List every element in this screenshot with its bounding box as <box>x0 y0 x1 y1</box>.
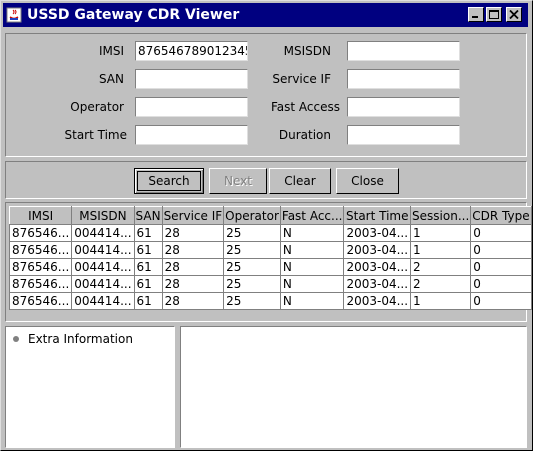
table-cell: 61 <box>133 275 163 293</box>
detail-pane[interactable] <box>180 326 527 448</box>
column-header[interactable]: Start Time <box>343 206 412 225</box>
table-row[interactable]: 876546... 004414... 61 28 25 N 2003-04..… <box>8 292 532 310</box>
minimize-button[interactable] <box>468 7 484 22</box>
table-row[interactable]: 876546... 004414... 61 28 25 N 2003-04..… <box>8 241 532 259</box>
table-cell: 0 <box>470 292 532 310</box>
table-cell: 25 <box>223 275 281 293</box>
table-cell: 61 <box>133 258 163 276</box>
results-table: IMSI MSISDN SAN Service IF Operator Fast… <box>8 206 532 310</box>
split-pane: Extra Information <box>5 326 527 448</box>
table-cell: 004414... <box>71 224 135 242</box>
table-cell: 28 <box>161 241 225 259</box>
table-cell: 2003-04... <box>343 224 412 242</box>
operator-field[interactable] <box>135 97 248 117</box>
maximize-button[interactable] <box>486 7 502 22</box>
extra-info-tree[interactable]: Extra Information <box>5 326 175 448</box>
column-header[interactable]: Session... <box>410 206 472 225</box>
tree-node-extra-information[interactable]: Extra Information <box>28 332 133 346</box>
duration-field[interactable] <box>347 125 460 145</box>
fast-access-field[interactable] <box>347 97 460 117</box>
table-cell: 25 <box>223 224 281 242</box>
operator-label: Operator <box>70 100 124 114</box>
start-time-label: Start Time <box>64 128 128 142</box>
results-table-pane[interactable]: IMSI MSISDN SAN Service IF Operator Fast… <box>5 202 532 322</box>
table-row[interactable]: 876546... 004414... 61 28 25 N 2003-04..… <box>8 224 532 242</box>
search-button[interactable]: Search <box>134 168 204 194</box>
close-button[interactable]: Close <box>336 168 399 194</box>
table-cell: 0 <box>470 258 532 276</box>
table-cell: N <box>279 241 345 259</box>
table-cell: 1 <box>410 292 472 310</box>
table-cell: N <box>279 224 345 242</box>
msisdn-field[interactable] <box>347 41 460 61</box>
table-cell: N <box>279 292 345 310</box>
table-cell: 876546... <box>8 275 73 293</box>
table-cell: 004414... <box>71 258 135 276</box>
table-cell: 1 <box>410 224 472 242</box>
table-cell: 0 <box>470 241 532 259</box>
msisdn-label: MSISDN <box>283 44 331 58</box>
imsi-label: IMSI <box>98 44 124 58</box>
table-cell: 61 <box>133 224 163 242</box>
table-cell: 876546... <box>8 224 73 242</box>
table-cell: 0 <box>470 224 532 242</box>
close-icon <box>509 10 519 19</box>
column-header[interactable]: Fast Acc... <box>279 206 345 225</box>
clear-button[interactable]: Clear <box>269 168 331 194</box>
table-cell: 0 <box>470 275 532 293</box>
table-cell: 61 <box>133 241 163 259</box>
service-if-field[interactable] <box>347 69 460 89</box>
table-cell: 004414... <box>71 241 135 259</box>
table-cell: 28 <box>161 275 225 293</box>
minimize-icon <box>472 16 478 18</box>
table-cell: N <box>279 258 345 276</box>
java-app-icon <box>6 7 22 23</box>
san-label: SAN <box>98 72 124 86</box>
table-row[interactable]: 876546... 004414... 61 28 25 N 2003-04..… <box>8 258 532 276</box>
table-cell: 004414... <box>71 275 135 293</box>
column-header[interactable]: Service IF <box>161 206 225 225</box>
maximize-icon <box>489 10 499 19</box>
column-header[interactable]: IMSI <box>8 206 73 225</box>
table-cell: 25 <box>223 292 281 310</box>
service-if-label: Service IF <box>272 72 331 86</box>
tree-node-bullet-icon <box>13 336 19 342</box>
next-button[interactable]: Next <box>209 168 267 194</box>
title-bar[interactable]: USSD Gateway CDR Viewer <box>3 3 528 27</box>
start-time-field[interactable] <box>135 125 248 145</box>
column-header[interactable]: Operator <box>223 206 281 225</box>
fast-access-label: Fast Access <box>270 100 340 114</box>
table-cell: 2003-04... <box>343 241 412 259</box>
table-cell: 28 <box>161 292 225 310</box>
table-cell: 28 <box>161 224 225 242</box>
table-cell: 2 <box>410 258 472 276</box>
table-header-row: IMSI MSISDN SAN Service IF Operator Fast… <box>8 206 532 225</box>
table-cell: 28 <box>161 258 225 276</box>
app-window: USSD Gateway CDR Viewer IMSI 87654678901… <box>0 0 533 451</box>
duration-label: Duration <box>278 128 331 142</box>
table-cell: 25 <box>223 258 281 276</box>
column-header[interactable]: CDR Type <box>470 206 532 225</box>
table-cell: N <box>279 275 345 293</box>
table-cell: 61 <box>133 292 163 310</box>
table-cell: 004414... <box>71 292 135 310</box>
window-title: USSD Gateway CDR Viewer <box>27 7 240 23</box>
table-cell: 876546... <box>8 258 73 276</box>
column-header[interactable]: SAN <box>133 206 163 225</box>
table-row[interactable]: 876546... 004414... 61 28 25 N 2003-04..… <box>8 275 532 293</box>
table-cell: 1 <box>410 241 472 259</box>
column-header[interactable]: MSISDN <box>71 206 135 225</box>
table-cell: 25 <box>223 241 281 259</box>
imsi-field[interactable]: 876546789012345 <box>135 41 248 61</box>
table-cell: 2003-04... <box>343 275 412 293</box>
close-window-button[interactable] <box>506 7 522 22</box>
san-field[interactable] <box>135 69 248 89</box>
table-cell: 876546... <box>8 241 73 259</box>
table-cell: 876546... <box>8 292 73 310</box>
table-cell: 2 <box>410 275 472 293</box>
table-cell: 2003-04... <box>343 258 412 276</box>
table-cell: 2003-04... <box>343 292 412 310</box>
